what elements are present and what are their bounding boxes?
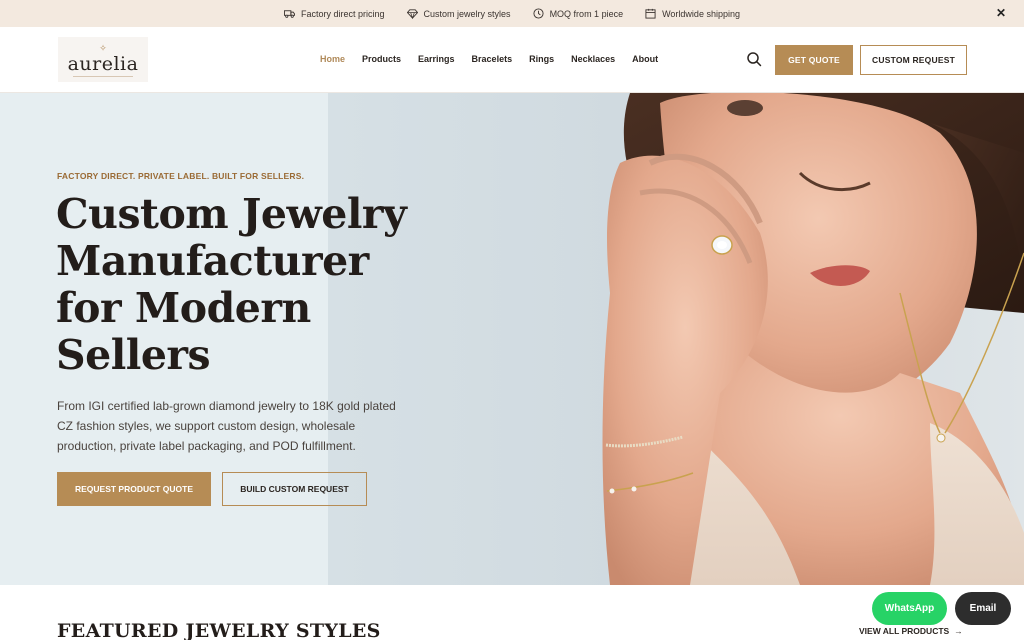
request-product-quote-button[interactable]: REQUEST PRODUCT QUOTE xyxy=(57,472,211,506)
nav-item-necklaces[interactable]: Necklaces xyxy=(571,54,615,64)
nav-item-home[interactable]: Home xyxy=(320,54,345,64)
announcement-label: MOQ from 1 piece xyxy=(549,8,624,19)
hero-title: Custom Jewelry Manufacturer for Modern S… xyxy=(56,191,476,379)
announcement-item: Worldwide shipping xyxy=(645,8,740,19)
logo-text: aurelia xyxy=(67,52,139,75)
search-icon[interactable] xyxy=(746,51,762,67)
view-all-products-link[interactable]: VIEW ALL PRODUCTS → xyxy=(859,626,963,636)
nav-item-products[interactable]: Products xyxy=(362,54,401,64)
announcement-label: Factory direct pricing xyxy=(301,8,385,19)
nav-item-rings[interactable]: Rings xyxy=(529,54,554,64)
truck-icon xyxy=(284,10,295,18)
logo[interactable]: ✧ aurelia xyxy=(58,37,148,82)
calendar-icon xyxy=(645,8,656,19)
nav-item-earrings[interactable]: Earrings xyxy=(418,54,455,64)
announcement-bar: Factory direct pricing Custom jewelry st… xyxy=(0,0,1024,27)
nav-item-bracelets[interactable]: Bracelets xyxy=(472,54,513,64)
hero-section: FACTORY DIRECT. PRIVATE LABEL. BUILT FOR… xyxy=(0,93,1024,585)
site-header: ✧ aurelia Home Products Earrings Bracele… xyxy=(0,27,1024,93)
hero-title-line: Manufacturer xyxy=(56,237,369,285)
close-icon[interactable]: ✕ xyxy=(996,6,1006,20)
hero-title-line: Custom Jewelry xyxy=(56,190,407,238)
announcement-item: MOQ from 1 piece xyxy=(533,8,624,19)
email-button[interactable]: Email xyxy=(955,592,1011,625)
logo-mark-icon: ✧ xyxy=(99,42,107,53)
clock-icon xyxy=(533,8,544,19)
announcement-label: Worldwide shipping xyxy=(662,8,740,19)
featured-section-title: FEATURED JEWELRY STYLES xyxy=(57,620,381,640)
hero-title-line: Sellers xyxy=(56,331,211,379)
main-nav: Home Products Earrings Bracelets Rings N… xyxy=(320,54,658,64)
nav-item-about[interactable]: About xyxy=(632,54,658,64)
announcement-label: Custom jewelry styles xyxy=(423,8,511,19)
get-quote-button[interactable]: GET QUOTE xyxy=(775,45,853,75)
hero-eyebrow: FACTORY DIRECT. PRIVATE LABEL. BUILT FOR… xyxy=(57,171,305,181)
custom-request-button[interactable]: CUSTOM REQUEST xyxy=(860,45,967,75)
hero-description: From IGI certified lab-grown diamond jew… xyxy=(57,399,396,453)
arrow-right-icon: → xyxy=(954,626,963,636)
whatsapp-button[interactable]: WhatsApp xyxy=(872,592,947,625)
view-all-label: VIEW ALL PRODUCTS xyxy=(859,626,950,636)
announcement-item: Factory direct pricing xyxy=(284,8,385,19)
build-custom-request-button[interactable]: BUILD CUSTOM REQUEST xyxy=(222,472,367,506)
diamond-icon xyxy=(406,9,418,19)
logo-divider xyxy=(73,75,133,77)
hero-title-line: for Modern xyxy=(56,284,311,332)
announcement-item: Custom jewelry styles xyxy=(406,8,511,19)
